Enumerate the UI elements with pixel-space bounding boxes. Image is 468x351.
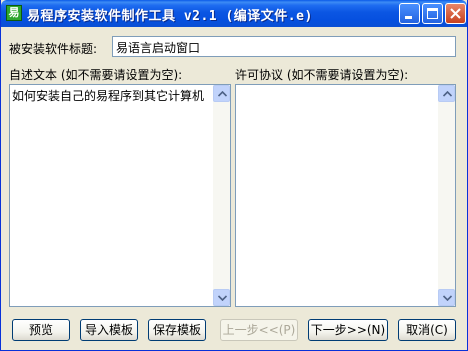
chevron-up-icon: [443, 91, 452, 97]
license-label: 许可协议 (如不需要请设置为空):: [235, 68, 409, 82]
minimize-icon: [405, 16, 412, 19]
title-input-value: 易语言启动窗口: [116, 41, 201, 55]
save-template-button[interactable]: 保存模板: [148, 319, 206, 341]
scroll-down-button[interactable]: [438, 289, 455, 306]
maximize-icon: [427, 8, 438, 19]
license-textarea[interactable]: [235, 84, 456, 307]
selftext-textarea[interactable]: 如何安装自己的易程序到其它计算机: [9, 84, 231, 307]
prev-step-button[interactable]: 上一步<<(P): [220, 319, 298, 341]
selftext-value: 如何安装自己的易程序到其它计算机: [12, 89, 205, 103]
maximize-button[interactable]: [422, 3, 443, 24]
scroll-up-button[interactable]: [213, 85, 230, 102]
installer-window: 易 易程序安装软件制作工具 v2.1 (编译文件.e) 被安装软件标题: 易语言…: [0, 0, 468, 351]
chevron-down-icon: [443, 295, 452, 301]
close-icon: [450, 8, 461, 19]
cancel-button[interactable]: 取消(C): [398, 319, 456, 341]
next-step-button[interactable]: 下一步>>(N): [308, 319, 388, 341]
import-template-button[interactable]: 导入模板: [80, 319, 138, 341]
chevron-up-icon: [218, 91, 227, 97]
preview-button[interactable]: 预览: [12, 319, 70, 341]
close-button[interactable]: [445, 3, 466, 24]
scroll-up-button[interactable]: [438, 85, 455, 102]
app-icon: 易: [6, 5, 22, 21]
scroll-down-button[interactable]: [213, 289, 230, 306]
title-input[interactable]: 易语言启动窗口: [112, 36, 456, 57]
selftext-label: 自述文本 (如不需要请设置为空):: [9, 68, 183, 82]
minimize-button[interactable]: [399, 3, 420, 24]
title-bar[interactable]: 易 易程序安装软件制作工具 v2.1 (编译文件.e): [1, 0, 467, 27]
window-title: 易程序安装软件制作工具 v2.1 (编译文件.e): [27, 9, 313, 24]
license-scrollbar[interactable]: [438, 85, 455, 306]
title-label: 被安装软件标题:: [9, 42, 98, 56]
chevron-down-icon: [218, 295, 227, 301]
selftext-scrollbar[interactable]: [213, 85, 230, 306]
